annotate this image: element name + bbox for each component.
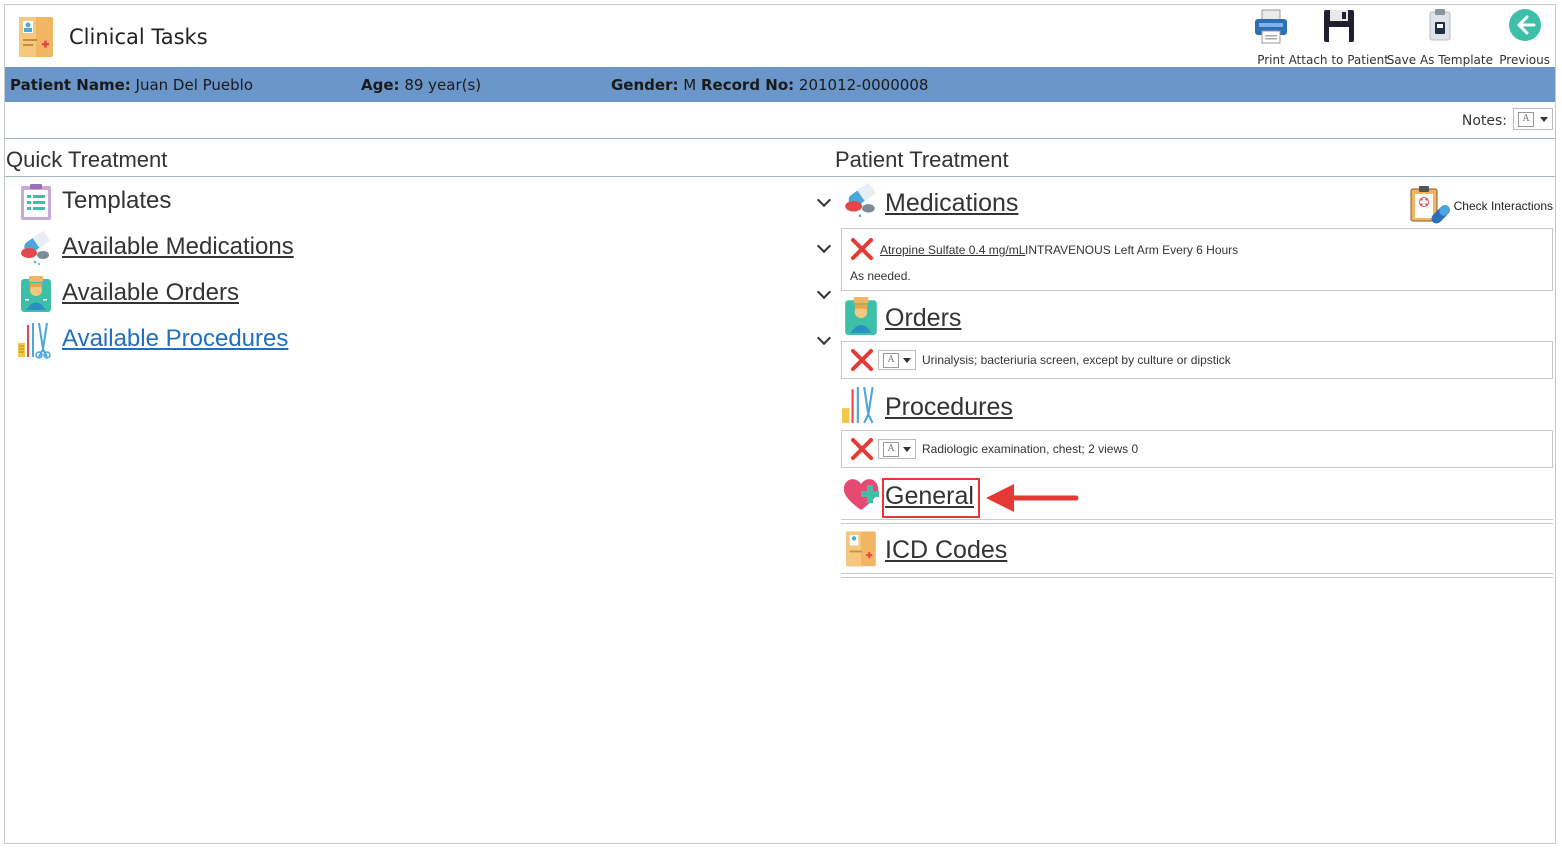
- medication-drug-link[interactable]: Atropine Sulfate 0.4 mg/mL: [880, 243, 1025, 257]
- chevron-down-icon[interactable]: [816, 330, 832, 346]
- remove-x-icon[interactable]: [850, 348, 874, 372]
- caret-down-icon: [903, 358, 911, 363]
- save-as-template-button[interactable]: Save As Template: [1387, 7, 1493, 67]
- save-template-label: Save As Template: [1386, 53, 1493, 67]
- quick-item-available-procedures[interactable]: Available Procedures: [17, 319, 832, 361]
- record-number-field: Record No: 201012-0000008: [701, 76, 929, 94]
- remove-x-icon[interactable]: [850, 237, 874, 261]
- procedures-header: Procedures: [841, 385, 1553, 425]
- procedure-row: A Radiologic examination, chest; 2 views…: [841, 430, 1553, 468]
- procedure-note-dropdown[interactable]: A: [878, 439, 916, 459]
- chevron-down-icon[interactable]: [816, 238, 832, 254]
- icd-codes-link[interactable]: ICD Codes: [885, 536, 1007, 565]
- previous-button[interactable]: Previous: [1499, 7, 1550, 67]
- icd-codes-header: ICD Codes: [841, 528, 1553, 568]
- patient-info-bar: Patient Name: Juan Del Pueblo Age: 89 ye…: [5, 67, 1555, 102]
- available-medications-link[interactable]: Available Medications: [62, 233, 294, 261]
- patient-chart-icon: [19, 17, 53, 57]
- procedure-text: Radiologic examination, chest; 2 views 0: [922, 442, 1139, 456]
- attach-label: Attach to Patient: [1288, 53, 1389, 67]
- orders-link[interactable]: Orders: [885, 304, 961, 333]
- quick-item-available-orders[interactable]: Available Orders: [17, 273, 832, 315]
- templates-label: Templates: [62, 187, 172, 214]
- pills-icon: [21, 230, 51, 265]
- save-disk-icon: [1323, 10, 1354, 42]
- icd-divider: [841, 573, 1553, 578]
- red-arrow-annotation-icon: [986, 484, 1079, 512]
- check-interactions-button[interactable]: Check Interactions: [1408, 185, 1553, 225]
- surgical-tools-icon: [842, 386, 874, 424]
- patient-age-field: Age: 89 year(s): [361, 76, 482, 94]
- previous-label: Previous: [1499, 53, 1550, 67]
- general-highlight-box: [882, 478, 980, 518]
- quick-treatment-title: Quick Treatment: [6, 147, 168, 172]
- patient-name-field: Patient Name: Juan Del Pueblo: [10, 76, 254, 94]
- available-procedures-link[interactable]: Available Procedures: [62, 325, 288, 353]
- caret-down-icon: [903, 447, 911, 452]
- template-save-icon: [1429, 9, 1451, 41]
- chevron-down-icon[interactable]: [816, 284, 832, 300]
- quick-item-templates[interactable]: Templates: [17, 181, 832, 223]
- surgical-tools-icon: [18, 322, 51, 359]
- general-divider: [841, 519, 1553, 524]
- doctor-clipboard-icon: [21, 276, 51, 312]
- order-text: Urinalysis; bacteriuria screen, except b…: [922, 353, 1231, 367]
- order-row: A Urinalysis; bacteriuria screen, except…: [841, 341, 1553, 379]
- remove-x-icon[interactable]: [850, 437, 874, 461]
- notes-label: Notes:: [1461, 113, 1507, 129]
- clipboard-list-icon: [21, 184, 51, 220]
- heart-plus-icon: [843, 479, 879, 510]
- patient-gender-field: Gender: M: [611, 76, 697, 94]
- patient-name: Juan Del Pueblo: [135, 76, 254, 94]
- record-number: 201012-0000008: [798, 76, 929, 94]
- chevron-down-icon[interactable]: [816, 192, 832, 208]
- attach-to-patient-button[interactable]: Attach to Patient: [1289, 7, 1389, 67]
- drug-interaction-icon: [1410, 186, 1450, 224]
- patient-treatment-title: Patient Treatment: [835, 147, 1009, 172]
- print-button[interactable]: Print: [1253, 7, 1289, 67]
- header: Clinical Tasks Print Attach to Patient S…: [5, 5, 1555, 67]
- order-note-dropdown[interactable]: A: [878, 350, 916, 370]
- back-arrow-icon: [1508, 9, 1541, 41]
- medication-note: As needed.: [850, 269, 911, 283]
- available-orders-link[interactable]: Available Orders: [62, 279, 239, 307]
- text-format-icon: A: [1518, 112, 1534, 127]
- page-title: Clinical Tasks: [69, 25, 208, 49]
- notes-row: Notes: A: [5, 102, 1555, 139]
- section-titles: Quick Treatment Patient Treatment: [5, 139, 1555, 177]
- text-format-icon: A: [883, 353, 899, 368]
- check-interactions-label: Check Interactions: [1453, 199, 1553, 213]
- orders-header: Orders: [841, 296, 1553, 336]
- medications-link[interactable]: Medications: [885, 189, 1018, 218]
- patient-age: 89 year(s): [404, 76, 482, 94]
- quick-item-available-medications[interactable]: Available Medications: [17, 227, 832, 269]
- patient-chart-icon: [846, 531, 876, 567]
- print-label: Print: [1257, 53, 1285, 67]
- notes-dropdown[interactable]: A: [1513, 108, 1553, 130]
- doctor-clipboard-icon: [845, 297, 877, 335]
- medication-row: Atropine Sulfate 0.4 mg/mL INTRAVENOUS L…: [841, 228, 1553, 291]
- patient-gender: M: [683, 76, 697, 94]
- printer-icon: [1255, 9, 1287, 44]
- clinical-tasks-window: Clinical Tasks Print Attach to Patient S…: [4, 4, 1556, 844]
- text-format-icon: A: [883, 442, 899, 457]
- procedures-link[interactable]: Procedures: [885, 393, 1013, 422]
- pills-icon: [845, 182, 876, 217]
- caret-down-icon: [1540, 117, 1548, 122]
- medication-details: INTRAVENOUS Left Arm Every 6 Hours: [1025, 243, 1239, 257]
